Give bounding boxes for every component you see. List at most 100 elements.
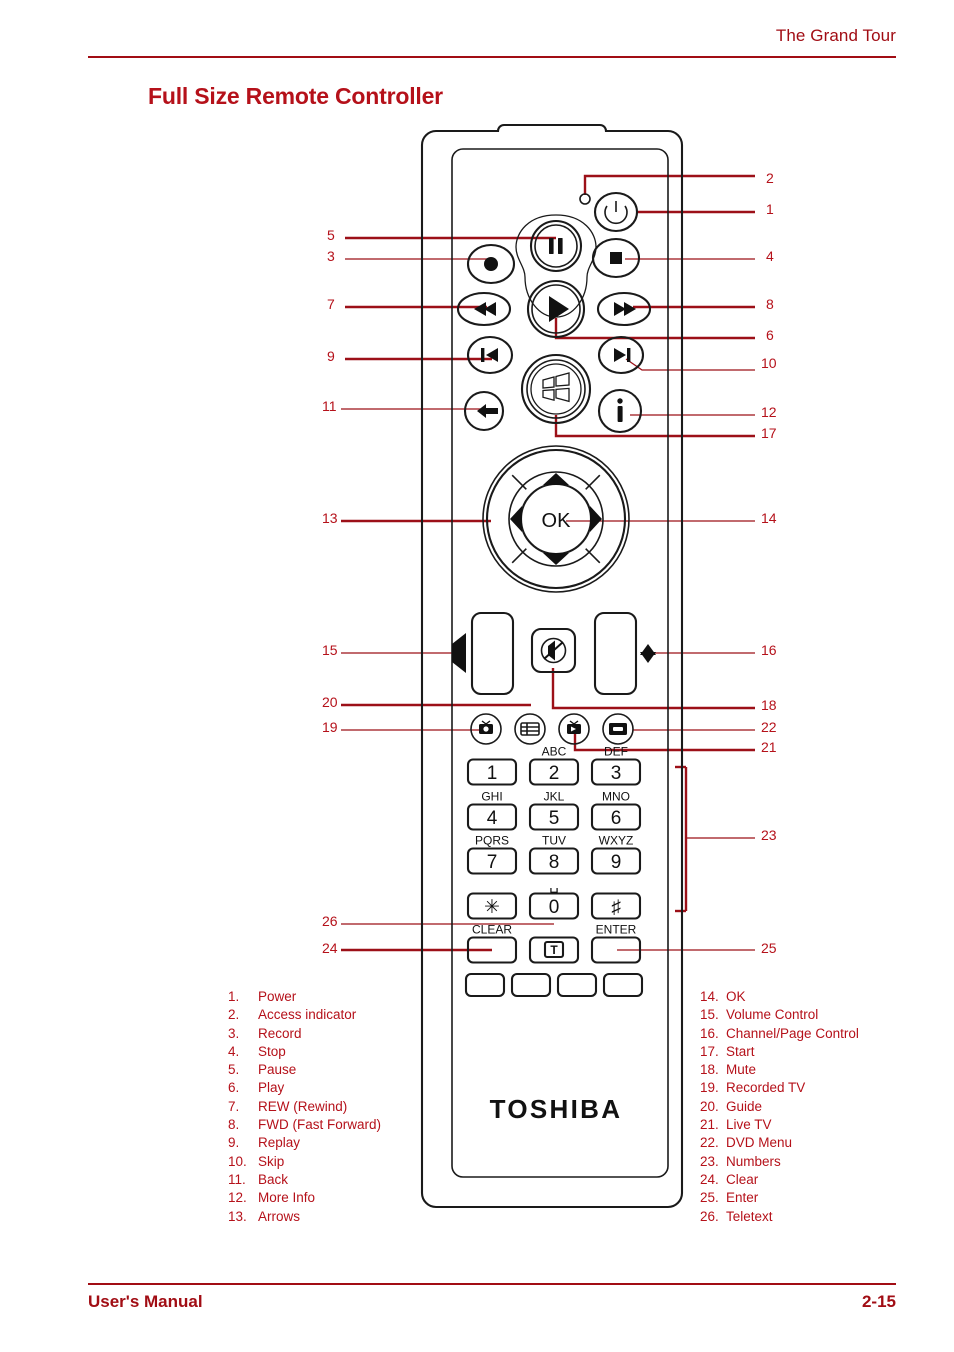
callout-number-22: 22: [761, 719, 777, 735]
callout-number-4: 4: [766, 248, 774, 264]
mute-button: [530, 627, 577, 674]
legend-item: 20. Guide: [700, 1098, 859, 1116]
legend-item: 24. Clear: [700, 1171, 859, 1189]
skip-button: [597, 335, 645, 375]
keypad-letters-label: ␣: [549, 877, 559, 894]
legend-item-number: 26.: [700, 1208, 719, 1224]
keypad-digit-label: 8: [549, 852, 560, 873]
keypad-letters-label: DEF: [604, 745, 628, 759]
legend-item: 21. Live TV: [700, 1116, 859, 1134]
keypad-letters-label: MNO: [602, 790, 630, 804]
more-info-button: [597, 388, 643, 434]
record-button: [466, 243, 516, 285]
legend-item-label: Start: [726, 1043, 755, 1059]
legend-item-label: Back: [258, 1171, 289, 1187]
access-indicator-led: [579, 193, 591, 205]
legend-item: 25. Enter: [700, 1189, 859, 1207]
legend-item: 3. Record: [228, 1025, 381, 1043]
keypad-digit-label: 4: [487, 808, 498, 829]
keypad-letters-label: TUV: [542, 834, 566, 848]
legend-item-label: FWD (Fast Forward): [258, 1117, 381, 1133]
fast-forward-button: [596, 291, 652, 327]
legend-item-number: 15.: [700, 1007, 719, 1023]
legend-item-label: Live TV: [726, 1117, 772, 1133]
callout-number-20: 20: [322, 694, 338, 710]
legend-item: 1. Power: [228, 988, 381, 1006]
start-button: [520, 353, 592, 425]
callout-number-5: 5: [327, 227, 335, 243]
callout-number-23: 23: [761, 827, 777, 843]
ok-label: OK: [542, 510, 572, 532]
callout-number-9: 9: [327, 348, 335, 364]
power-button: [593, 191, 639, 233]
legend-item: 15. Volume Control: [700, 1006, 859, 1024]
legend-item-label: Power: [258, 989, 297, 1004]
legend-item-label: Clear: [726, 1171, 759, 1187]
legend-item: 4. Stop: [228, 1043, 381, 1061]
legend-item: 23. Numbers: [700, 1153, 859, 1171]
keypad-digit-label: 9: [611, 852, 622, 873]
keypad-digit-label: ♯: [611, 897, 621, 918]
color-key-4: [602, 972, 644, 998]
legend-item: 18. Mute: [700, 1061, 859, 1079]
legend-item-number: 23.: [700, 1153, 719, 1169]
legend-item-number: 4.: [228, 1043, 240, 1059]
legend-item-number: 10.: [228, 1153, 247, 1169]
legend-item: 9. Replay: [228, 1134, 381, 1152]
legend-item: 26. Teletext: [700, 1208, 859, 1226]
legend-item-number: 5.: [228, 1062, 240, 1078]
callout-number-25: 25: [761, 940, 777, 956]
callout-number-12: 12: [761, 404, 777, 420]
numeric-keypad-group: 1 2 ABC 3 DEF 4 GHI 5 JKL 6 MNO 7 PQRS 8 TUV 9 WXYZ ✳ 0 ␣ ♯ C…: [464, 745, 644, 998]
callout-number-24: 24: [322, 940, 338, 956]
legend-item-label: Pause: [258, 1062, 297, 1078]
callout-number-11: 11: [322, 398, 337, 414]
legend-item-number: 25.: [700, 1190, 719, 1206]
legend-item-number: 21.: [700, 1117, 719, 1133]
stop-button: [591, 237, 641, 279]
callout-number-8: 8: [766, 296, 774, 312]
nav-right-arrow: [590, 506, 602, 532]
legend-item-label: Play: [258, 1080, 285, 1096]
legend-item-label: Volume Control: [726, 1007, 819, 1023]
legend-item-label: Numbers: [726, 1153, 781, 1169]
legend-item-label: Mute: [726, 1062, 757, 1078]
replay-button: [466, 335, 514, 375]
callout-number-13: 13: [322, 510, 338, 526]
legend-item: 8. FWD (Fast Forward): [228, 1116, 381, 1134]
legend-item-number: 19.: [700, 1080, 719, 1096]
teletext-icon-label: T: [550, 943, 558, 957]
legend-item-number: 20.: [700, 1098, 719, 1114]
dvd-menu-button: [602, 713, 634, 745]
toshiba-wordmark: TOSHIBA: [490, 1094, 623, 1124]
legend-item: 6. Play: [228, 1079, 381, 1097]
keypad-letters-label: PQRS: [475, 834, 509, 848]
legend-item-number: 18.: [700, 1062, 719, 1078]
callout-number-2: 2: [766, 170, 774, 186]
rewind-button: [456, 291, 512, 327]
pause-button: [529, 219, 583, 273]
callout-number-16: 16: [761, 642, 777, 658]
channel-rocker: [593, 611, 656, 696]
clear-button-label: CLEAR: [472, 923, 512, 937]
legend-item-number: 1.: [228, 989, 240, 1004]
legend-item-number: 16.: [700, 1025, 719, 1041]
keypad-digit-label: 6: [611, 808, 622, 829]
keypad-digit-label: 0: [549, 897, 560, 918]
footer-divider: [88, 1283, 896, 1285]
legend-item-label: Channel/Page Control: [726, 1025, 859, 1041]
keypad-digit-label: 7: [487, 852, 498, 873]
legend-item: 13. Arrows: [228, 1208, 381, 1226]
legend-item-label: OK: [726, 989, 746, 1004]
legend-item-label: Access indicator: [258, 1007, 357, 1023]
legend-item: 22. DVD Menu: [700, 1134, 859, 1152]
guide-button: [514, 713, 546, 745]
keypad-letters-label: WXYZ: [599, 834, 634, 848]
enter-button-label: ENTER: [596, 923, 637, 937]
keypad-letters-label: GHI: [481, 790, 502, 804]
color-key-1: [464, 972, 506, 998]
keypad-digit-label: 5: [549, 808, 560, 829]
volume-rocker: [452, 611, 515, 696]
legend-item-label: Recorded TV: [726, 1080, 806, 1096]
callout-number-3: 3: [327, 248, 335, 264]
